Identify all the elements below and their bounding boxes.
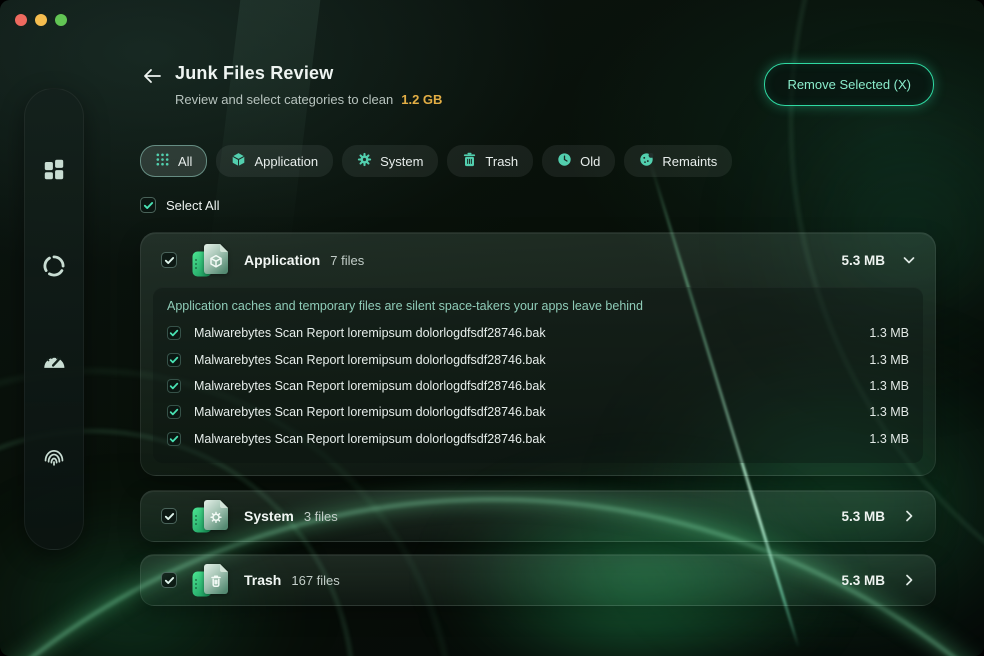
application-files-panel: Application caches and temporary files a… — [153, 287, 923, 463]
category-name: System — [244, 508, 294, 524]
fingerprint-icon — [41, 446, 67, 477]
swirl-icon — [41, 253, 67, 284]
category-header-application[interactable]: Application 7 files 5.3 MB — [141, 233, 935, 287]
category-files-count: 3 files — [304, 509, 338, 524]
sidebar-item-dashboard[interactable] — [37, 154, 71, 188]
category-card-trash: Trash 167 files 5.3 MB — [140, 554, 936, 606]
file-size: 1.3 MB — [869, 353, 909, 367]
filter-chip-label: Trash — [485, 154, 518, 169]
sidebar — [24, 88, 84, 550]
filter-chip-old[interactable]: Old — [542, 145, 615, 177]
application-doc-icon — [192, 243, 229, 277]
cube-icon — [231, 152, 246, 170]
close-window-button[interactable] — [15, 14, 27, 26]
category-header-trash[interactable]: Trash 167 files 5.3 MB — [141, 555, 935, 605]
category-header-system[interactable]: System 3 files 5.3 MB — [141, 491, 935, 541]
file-name: Malwarebytes Scan Report loremipsum dolo… — [194, 405, 546, 419]
dashboard-icon — [41, 156, 67, 187]
minimize-window-button[interactable] — [35, 14, 47, 26]
file-row[interactable]: Malwarebytes Scan Report loremipsum dolo… — [153, 346, 923, 372]
file-row[interactable]: Malwarebytes Scan Report loremipsum dolo… — [153, 373, 923, 399]
category-size: 5.3 MB — [841, 509, 885, 524]
file-size: 1.3 MB — [869, 432, 909, 446]
category-files-count: 7 files — [330, 253, 364, 268]
category-checkbox-trash[interactable] — [161, 572, 177, 588]
category-card-system: System 3 files 5.3 MB — [140, 490, 936, 542]
sidebar-item-performance[interactable] — [37, 347, 71, 381]
filter-chip-label: System — [380, 154, 423, 169]
check-icon — [164, 511, 175, 522]
file-row[interactable]: Malwarebytes Scan Report loremipsum dolo… — [153, 320, 923, 346]
chevron-right-icon — [900, 508, 917, 525]
category-name: Trash — [244, 572, 281, 588]
subtitle-text: Review and select categories to clean — [175, 92, 393, 107]
system-doc-icon — [192, 499, 229, 533]
filter-chip-trash[interactable]: Trash — [447, 145, 533, 177]
file-checkbox[interactable] — [167, 353, 181, 367]
remove-selected-button[interactable]: Remove Selected (X) — [764, 63, 934, 106]
filter-chip-label: Remaints — [662, 154, 717, 169]
filter-chip-label: All — [178, 154, 192, 169]
check-icon — [164, 255, 175, 266]
check-icon — [169, 355, 179, 365]
check-icon — [164, 575, 175, 586]
sidebar-item-privacy[interactable] — [37, 444, 71, 478]
file-checkbox[interactable] — [167, 405, 181, 419]
check-icon — [169, 407, 179, 417]
select-all-row: Select All — [140, 197, 219, 213]
file-size: 1.3 MB — [869, 379, 909, 393]
select-all-label: Select All — [166, 198, 219, 213]
filter-chips: All Application — [140, 145, 732, 177]
sidebar-item-cleaner[interactable] — [37, 251, 71, 285]
filter-chip-system[interactable]: System — [342, 145, 438, 177]
clock-icon — [557, 152, 572, 170]
file-checkbox[interactable] — [167, 432, 181, 446]
back-button[interactable] — [140, 64, 164, 88]
page-subtitle: Review and select categories to clean 1.… — [175, 92, 442, 107]
grid-dots-icon — [155, 152, 170, 170]
select-all-checkbox[interactable] — [140, 197, 156, 213]
chevron-right-icon — [900, 572, 917, 589]
filter-chip-label: Application — [254, 154, 318, 169]
filter-chip-application[interactable]: Application — [216, 145, 333, 177]
file-size: 1.3 MB — [869, 405, 909, 419]
file-name: Malwarebytes Scan Report loremipsum dolo… — [194, 379, 546, 393]
app-window: Junk Files Review Review and select cate… — [0, 0, 984, 656]
check-icon — [169, 434, 179, 444]
category-card-application: Application 7 files 5.3 MB Application c… — [140, 232, 936, 476]
zoom-window-button[interactable] — [55, 14, 67, 26]
back-arrow-icon — [142, 68, 162, 84]
check-icon — [169, 381, 179, 391]
file-row[interactable]: Malwarebytes Scan Report loremipsum dolo… — [153, 399, 923, 425]
file-checkbox[interactable] — [167, 326, 181, 340]
file-checkbox[interactable] — [167, 379, 181, 393]
file-name: Malwarebytes Scan Report loremipsum dolo… — [194, 353, 546, 367]
category-size: 5.3 MB — [841, 253, 885, 268]
category-description: Application caches and temporary files a… — [153, 287, 923, 320]
filter-chip-remaints[interactable]: Remaints — [624, 145, 732, 177]
chevron-down-icon — [900, 252, 917, 269]
page-title: Junk Files Review — [175, 63, 333, 84]
total-size-value: 1.2 GB — [401, 92, 442, 107]
category-checkbox-system[interactable] — [161, 508, 177, 524]
trash-doc-icon — [192, 563, 229, 597]
gauge-icon — [41, 349, 67, 380]
cookie-icon — [639, 152, 654, 170]
file-size: 1.3 MB — [869, 326, 909, 340]
file-name: Malwarebytes Scan Report loremipsum dolo… — [194, 326, 546, 340]
remove-selected-label: Remove Selected (X) — [787, 77, 911, 92]
check-icon — [169, 328, 179, 338]
category-size: 5.3 MB — [841, 573, 885, 588]
trash-icon — [462, 152, 477, 170]
filter-chip-all[interactable]: All — [140, 145, 207, 177]
check-icon — [143, 200, 154, 211]
filter-chip-label: Old — [580, 154, 600, 169]
category-checkbox-application[interactable] — [161, 252, 177, 268]
file-name: Malwarebytes Scan Report loremipsum dolo… — [194, 432, 546, 446]
gear-icon — [357, 152, 372, 170]
window-controls — [15, 14, 67, 26]
category-name: Application — [244, 252, 320, 268]
file-row[interactable]: Malwarebytes Scan Report loremipsum dolo… — [153, 426, 923, 452]
category-files-count: 167 files — [291, 573, 339, 588]
